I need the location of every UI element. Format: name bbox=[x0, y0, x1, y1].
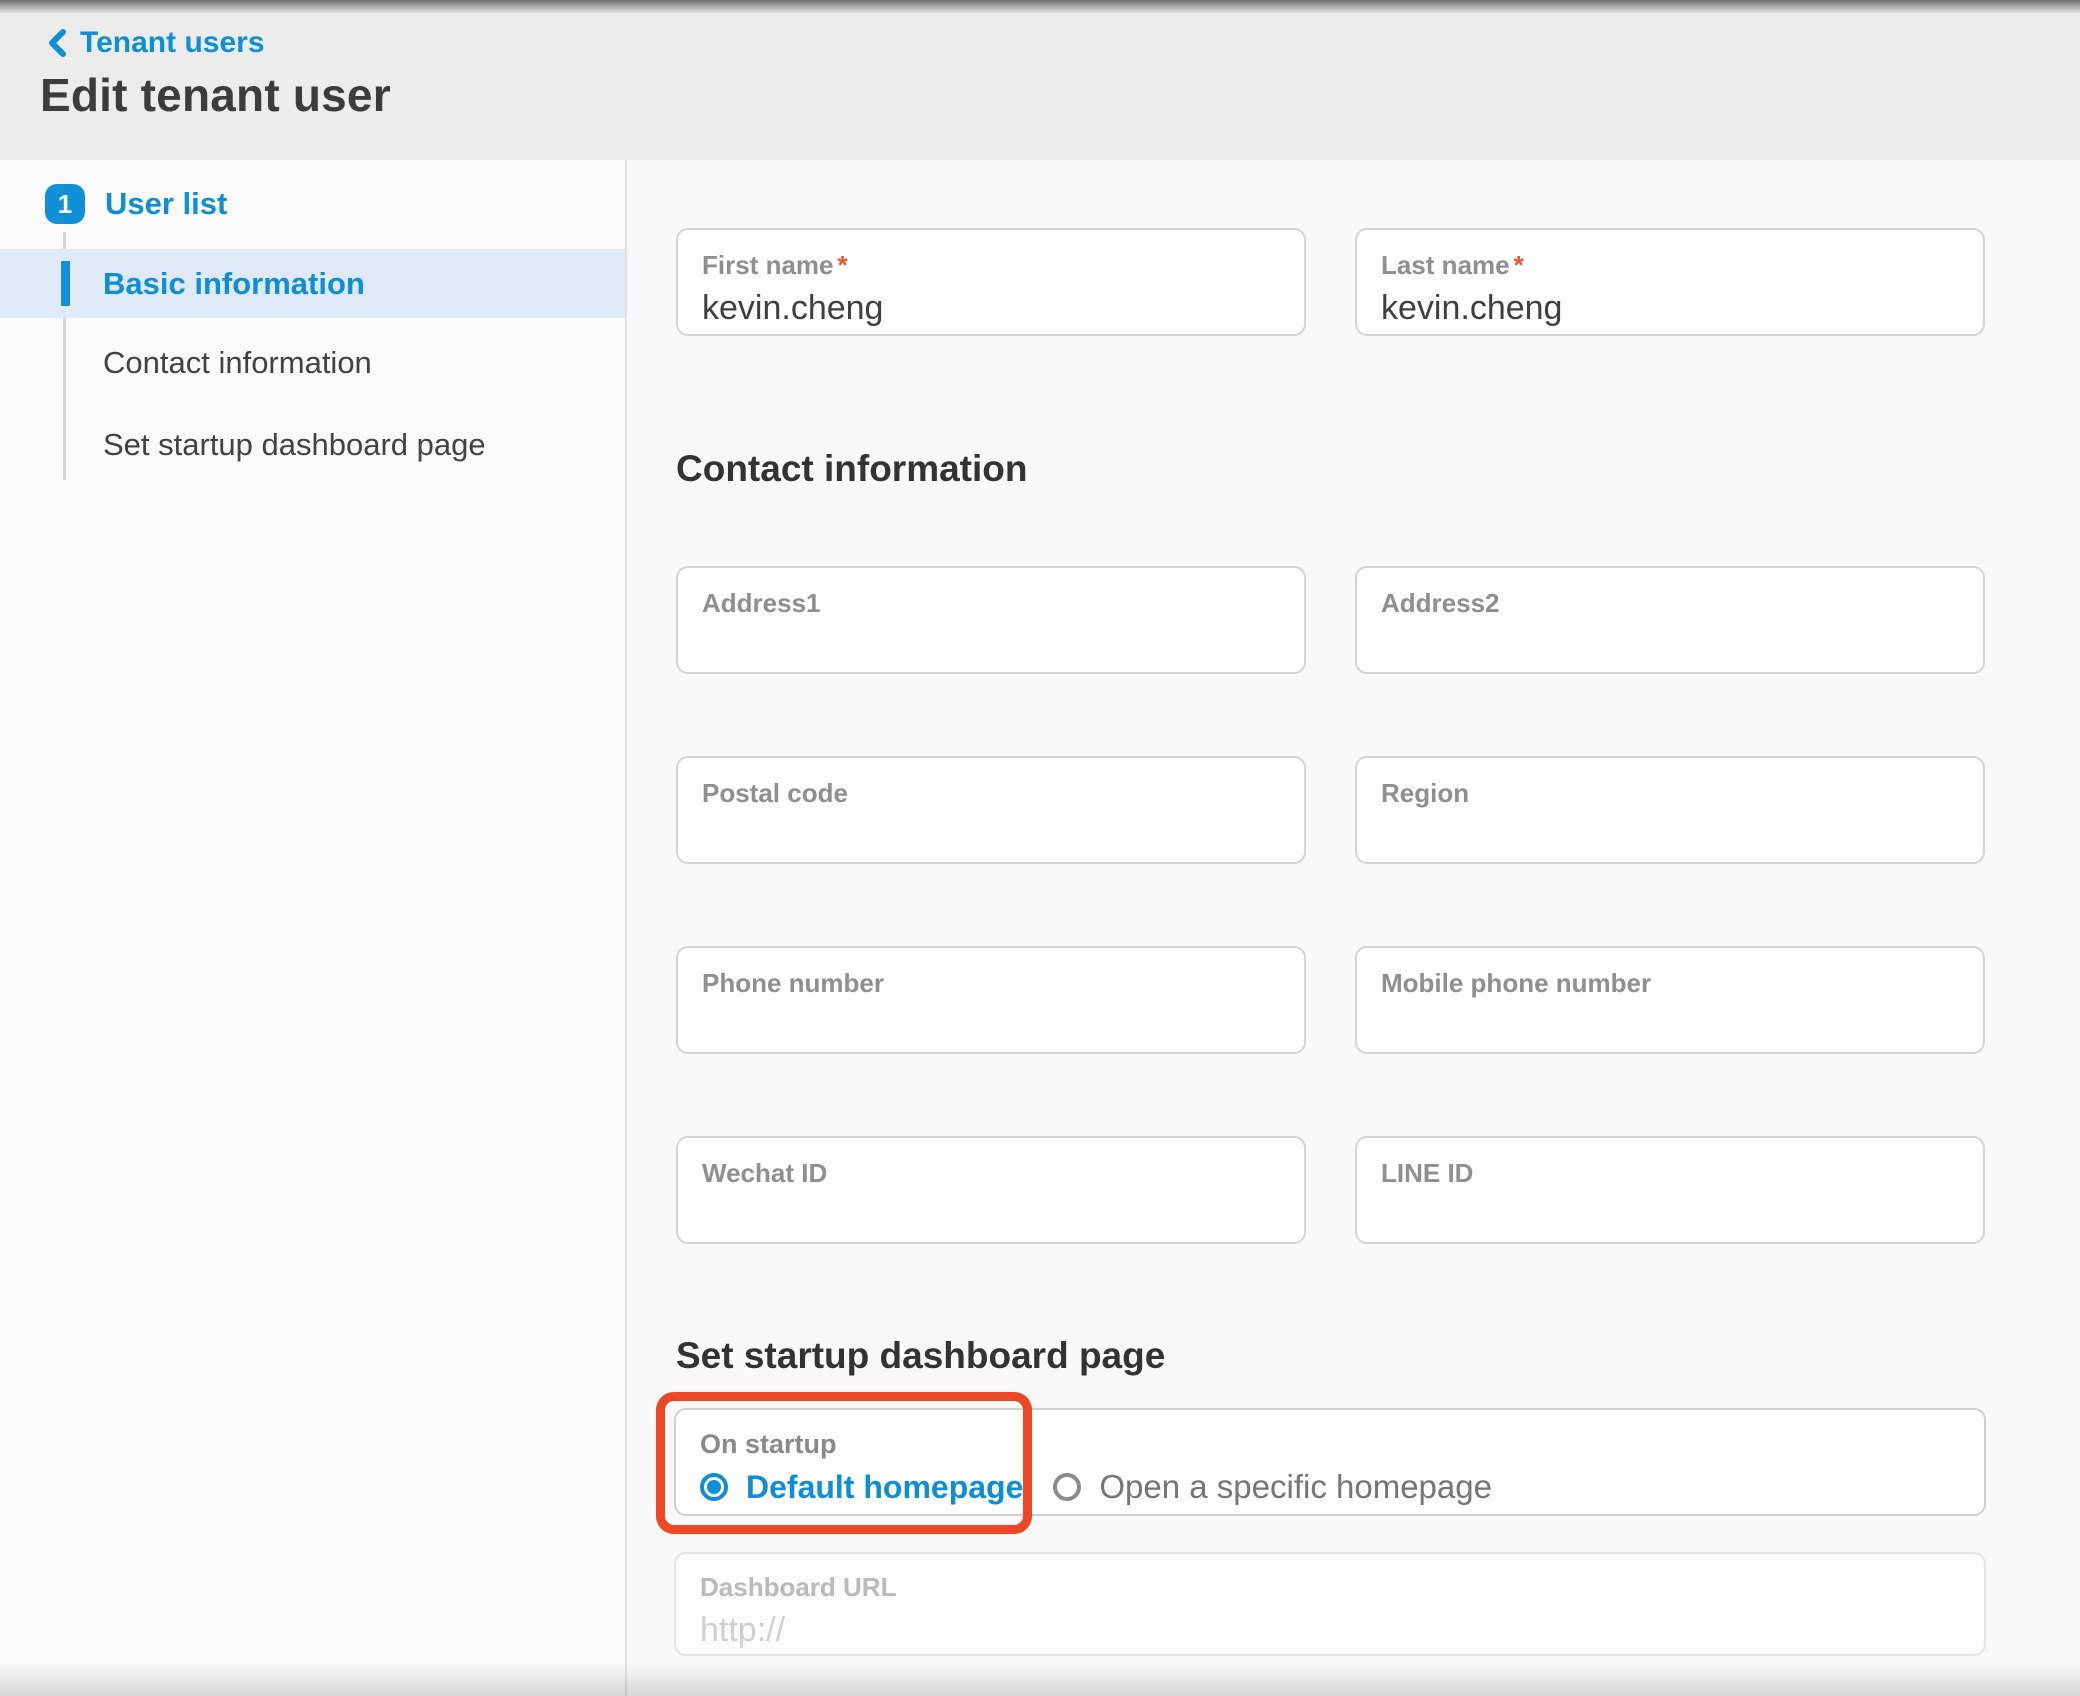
mobile-phone-number-label: Mobile phone number bbox=[1381, 968, 1959, 998]
postal-code-field[interactable]: Postal code bbox=[676, 756, 1306, 864]
page-header: Tenant users Edit tenant user bbox=[0, 0, 2080, 160]
first-name-input[interactable] bbox=[702, 288, 1280, 328]
dashboard-url-field: Dashboard URL bbox=[674, 1552, 1986, 1656]
startup-radio-row: Default homepage Open a specific homepag… bbox=[700, 1468, 1960, 1506]
back-link-label: Tenant users bbox=[80, 26, 265, 60]
page-title: Edit tenant user bbox=[40, 68, 391, 122]
step-label: User list bbox=[105, 186, 227, 222]
line-id-label: LINE ID bbox=[1381, 1158, 1959, 1188]
specific-homepage-radio-label[interactable]: Open a specific homepage bbox=[1099, 1468, 1492, 1506]
back-link-tenant-users[interactable]: Tenant users bbox=[44, 26, 265, 60]
step-number-badge: 1 bbox=[45, 184, 85, 224]
edit-tenant-user-page: Tenant users Edit tenant user 1 User lis… bbox=[0, 0, 2080, 1696]
region-input[interactable] bbox=[1381, 816, 1959, 856]
address2-label: Address2 bbox=[1381, 588, 1959, 618]
last-name-label: Last name* bbox=[1381, 250, 1959, 280]
address2-input[interactable] bbox=[1381, 626, 1959, 666]
default-homepage-radio-label[interactable]: Default homepage bbox=[746, 1469, 1023, 1506]
on-startup-label: On startup bbox=[700, 1428, 1960, 1460]
wechat-id-input[interactable] bbox=[702, 1196, 1280, 1236]
set-startup-dashboard-heading: Set startup dashboard page bbox=[676, 1335, 1165, 1377]
region-field[interactable]: Region bbox=[1355, 756, 1985, 864]
address2-field[interactable]: Address2 bbox=[1355, 566, 1985, 674]
phone-number-field[interactable]: Phone number bbox=[676, 946, 1306, 1054]
default-homepage-radio[interactable] bbox=[700, 1473, 728, 1501]
address1-field[interactable]: Address1 bbox=[676, 566, 1306, 674]
last-name-input[interactable] bbox=[1381, 288, 1959, 328]
dashboard-url-input[interactable] bbox=[700, 1610, 1960, 1650]
sidebar-item-label: Basic information bbox=[103, 266, 365, 302]
sidebar-item-contact-information[interactable]: Contact information bbox=[0, 345, 625, 381]
mobile-phone-number-field[interactable]: Mobile phone number bbox=[1355, 946, 1985, 1054]
last-name-field[interactable]: Last name* bbox=[1355, 228, 1985, 336]
wechat-id-label: Wechat ID bbox=[702, 1158, 1280, 1188]
mobile-phone-number-input[interactable] bbox=[1381, 1006, 1959, 1046]
on-startup-group: On startup Default homepage Open a speci… bbox=[674, 1408, 1986, 1516]
first-name-label: First name* bbox=[702, 250, 1280, 280]
line-id-input[interactable] bbox=[1381, 1196, 1959, 1236]
wechat-id-field[interactable]: Wechat ID bbox=[676, 1136, 1306, 1244]
line-id-field[interactable]: LINE ID bbox=[1355, 1136, 1985, 1244]
chevron-left-icon bbox=[44, 28, 70, 58]
form-area: First name* Last name* Contact informati… bbox=[627, 160, 2080, 1696]
first-name-field[interactable]: First name* bbox=[676, 228, 1306, 336]
phone-number-label: Phone number bbox=[702, 968, 1280, 998]
steps-sidebar: 1 User list Basic information Contact in… bbox=[0, 160, 627, 1696]
sidebar-item-basic-information[interactable]: Basic information bbox=[0, 249, 625, 318]
required-asterisk: * bbox=[838, 250, 848, 280]
postal-code-label: Postal code bbox=[702, 778, 1280, 808]
sidebar-step-user-list[interactable]: 1 User list bbox=[45, 184, 227, 224]
sidebar-item-set-startup-dashboard-page[interactable]: Set startup dashboard page bbox=[0, 427, 625, 463]
dashboard-url-label: Dashboard URL bbox=[700, 1572, 1960, 1602]
address1-label: Address1 bbox=[702, 588, 1280, 618]
specific-homepage-radio[interactable] bbox=[1053, 1473, 1081, 1501]
sidebar-item-label: Contact information bbox=[103, 345, 372, 381]
postal-code-input[interactable] bbox=[702, 816, 1280, 856]
phone-number-input[interactable] bbox=[702, 1006, 1280, 1046]
region-label: Region bbox=[1381, 778, 1959, 808]
contact-information-heading: Contact information bbox=[676, 448, 1027, 490]
address1-input[interactable] bbox=[702, 626, 1280, 666]
active-item-bar bbox=[61, 261, 70, 306]
required-asterisk: * bbox=[1514, 250, 1524, 280]
sidebar-item-label: Set startup dashboard page bbox=[103, 427, 486, 463]
